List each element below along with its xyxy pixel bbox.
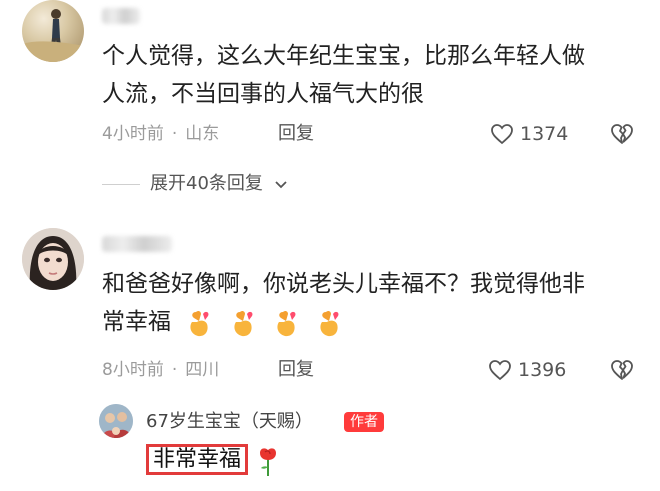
like-button[interactable] bbox=[488, 358, 514, 382]
author-reply-row: 非常幸福 bbox=[146, 444, 279, 477]
comment-text-line-2: 常幸福 bbox=[102, 309, 171, 335]
reply-button[interactable]: 回复 bbox=[278, 358, 314, 382]
meta-separator: · bbox=[171, 124, 178, 144]
author-avatar[interactable] bbox=[99, 404, 133, 438]
finger-heart-emoji bbox=[277, 310, 296, 336]
username-blurred[interactable] bbox=[102, 236, 172, 252]
author-badge: 作者 bbox=[344, 412, 384, 432]
avatar-photo-icon bbox=[22, 9, 84, 62]
reply-button[interactable]: 回复 bbox=[278, 122, 314, 146]
broken-heart-icon bbox=[611, 124, 633, 144]
like-count: 1396 bbox=[518, 359, 567, 381]
avatar[interactable] bbox=[22, 228, 84, 290]
like-count: 1374 bbox=[520, 123, 569, 145]
meta-separator: · bbox=[171, 360, 178, 380]
emoji-group bbox=[186, 309, 352, 336]
avatar-photo-icon bbox=[22, 228, 84, 290]
comment-meta: 8小时前 · 四川 bbox=[102, 358, 219, 382]
comment-time: 4小时前 bbox=[102, 124, 164, 144]
comment-text-line-2: 人流，不当回事的人福气大的很 bbox=[102, 81, 424, 107]
username-blurred[interactable] bbox=[102, 8, 140, 24]
comment-location: 山东 bbox=[185, 124, 220, 144]
expand-divider bbox=[102, 184, 140, 185]
finger-heart-emoji bbox=[320, 310, 339, 336]
finger-heart-emoji bbox=[234, 310, 253, 336]
comment-text-line-1: 和爸爸好像啊，你说老头儿幸福不？我觉得他非 bbox=[102, 271, 585, 297]
like-button[interactable] bbox=[490, 122, 516, 146]
author-reply-text: 非常幸福 bbox=[146, 444, 249, 475]
comment-text-line-1: 个人觉得，这么大年纪生宝宝，比那么年轻人做 bbox=[102, 43, 585, 69]
comment-location: 四川 bbox=[185, 360, 220, 380]
expand-replies-button[interactable]: 展开40条回复 bbox=[150, 172, 289, 196]
author-name[interactable]: 67岁生宝宝（天赐） bbox=[146, 410, 313, 434]
comment-meta: 4小时前 · 山东 bbox=[102, 122, 219, 146]
broken-heart-icon bbox=[611, 360, 633, 380]
avatar[interactable] bbox=[22, 0, 84, 62]
heart-outline-icon bbox=[491, 124, 513, 145]
avatar-photo-icon bbox=[99, 404, 133, 438]
rose-emoji bbox=[260, 447, 277, 476]
dislike-button[interactable] bbox=[610, 122, 634, 146]
dislike-button[interactable] bbox=[610, 358, 634, 382]
chevron-down-icon bbox=[275, 181, 287, 189]
comment-text-line-2-row: 常幸福 bbox=[102, 304, 352, 340]
comment-time: 8小时前 bbox=[102, 360, 164, 380]
heart-outline-icon bbox=[489, 360, 511, 381]
finger-heart-emoji bbox=[190, 310, 209, 336]
expand-replies-label: 展开40条回复 bbox=[150, 173, 263, 194]
